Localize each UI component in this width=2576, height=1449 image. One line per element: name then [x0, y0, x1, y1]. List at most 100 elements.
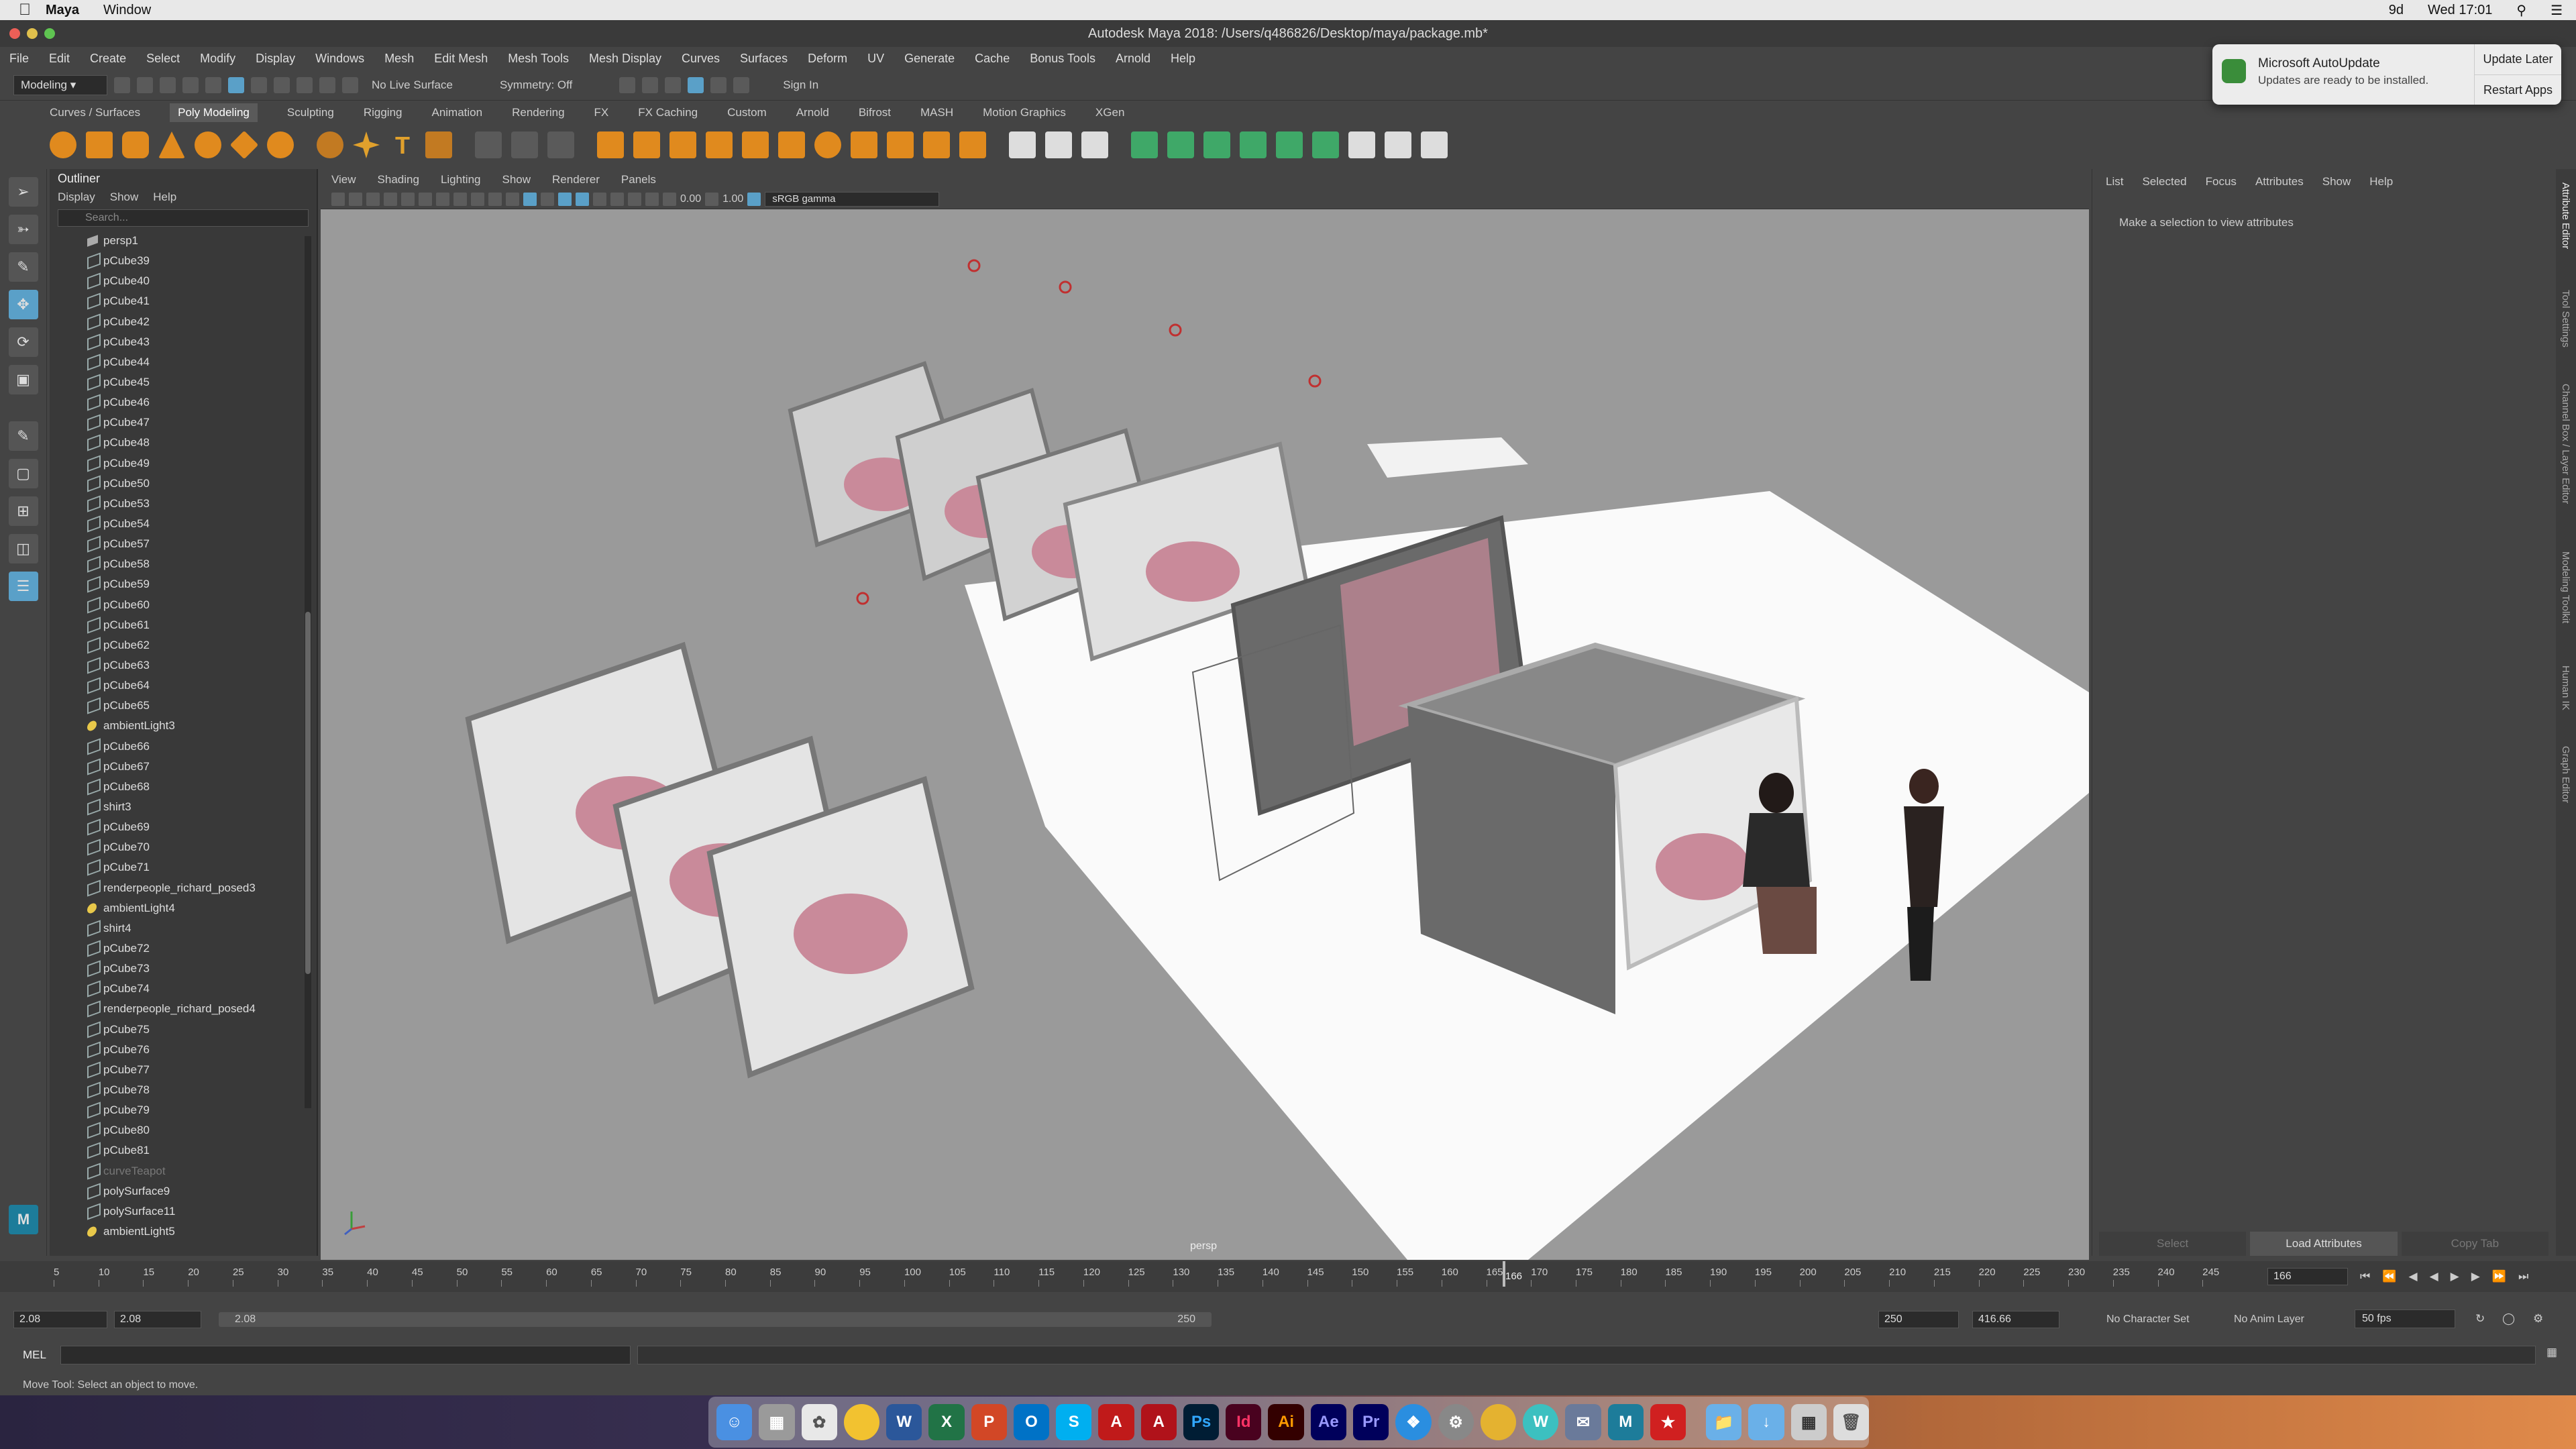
- menu-select[interactable]: Select: [146, 52, 180, 66]
- outliner-item[interactable]: pCube39: [50, 251, 317, 271]
- dock-w-app-icon[interactable]: W: [1523, 1404, 1559, 1440]
- menu-mesh-display[interactable]: Mesh Display: [589, 52, 661, 66]
- outliner-menu-display[interactable]: Display: [58, 191, 95, 204]
- attr-select-button[interactable]: Select: [2099, 1232, 2247, 1256]
- menu-edit[interactable]: Edit: [49, 52, 70, 66]
- color-management-icon[interactable]: [747, 192, 761, 206]
- attr-menu-attributes[interactable]: Attributes: [2255, 175, 2304, 189]
- update-later-button[interactable]: Update Later: [2474, 44, 2561, 74]
- outliner-item[interactable]: pCube40: [50, 271, 317, 291]
- step-forward-key-icon[interactable]: ⏩: [2492, 1270, 2506, 1283]
- mode-dropdown[interactable]: Modeling ▾: [13, 74, 107, 95]
- window-menu[interactable]: Window: [103, 3, 151, 18]
- connect-icon[interactable]: [851, 131, 877, 158]
- new-scene-icon[interactable]: [114, 76, 130, 93]
- attr-menu-selected[interactable]: Selected: [2142, 175, 2186, 189]
- poly-plane-icon[interactable]: [229, 130, 259, 160]
- menu-bonus-tools[interactable]: Bonus Tools: [1030, 52, 1095, 66]
- render-settings-icon[interactable]: [665, 76, 682, 93]
- menu-curves[interactable]: Curves: [682, 52, 720, 66]
- svg-tool-icon[interactable]: [425, 131, 452, 158]
- spotlight-icon[interactable]: ⚲: [2516, 2, 2526, 19]
- current-frame-field[interactable]: 166: [2267, 1268, 2348, 1285]
- dock-word-icon[interactable]: W: [886, 1404, 922, 1440]
- field-chart-icon[interactable]: [471, 192, 484, 206]
- outliner-item[interactable]: pCube71: [50, 857, 317, 877]
- live-surface-label[interactable]: No Live Surface: [372, 78, 453, 92]
- menu-edit-mesh[interactable]: Edit Mesh: [434, 52, 488, 66]
- unfold-uv-icon[interactable]: [1276, 131, 1303, 158]
- outliner-item[interactable]: pCube46: [50, 392, 317, 413]
- colorspace-dropdown[interactable]: sRGB gamma: [765, 191, 940, 207]
- auto-key-icon[interactable]: ◯: [2502, 1312, 2515, 1326]
- dock-downloads-icon[interactable]: ↓: [1748, 1404, 1784, 1440]
- viewport-panel[interactable]: View Shading Lighting Show Renderer Pane…: [321, 170, 2089, 1260]
- outliner-item[interactable]: pCube64: [50, 676, 317, 696]
- dock-preview-icon[interactable]: ▦: [1790, 1404, 1827, 1440]
- copy-tab-button[interactable]: Copy Tab: [2401, 1232, 2548, 1256]
- range-end-field[interactable]: 416.66: [1972, 1311, 2059, 1328]
- motion-blur-icon[interactable]: [610, 192, 624, 206]
- isolate-select-icon[interactable]: [645, 192, 659, 206]
- outliner-item[interactable]: pCube78: [50, 1080, 317, 1100]
- outliner-item[interactable]: ambientLight5: [50, 1222, 317, 1242]
- bevel-icon[interactable]: [669, 131, 696, 158]
- step-forward-frame-icon[interactable]: ▶: [2471, 1270, 2480, 1283]
- dock-photoshop-icon[interactable]: Ps: [1183, 1404, 1220, 1440]
- uv-editor-icon[interactable]: [1045, 131, 1072, 158]
- dock-folder-icon[interactable]: 📁: [1706, 1404, 1742, 1440]
- snap-plane-icon[interactable]: [342, 76, 358, 93]
- hypershade-icon[interactable]: [688, 76, 704, 93]
- render-icon[interactable]: [619, 76, 636, 93]
- outliner-item[interactable]: pCube45: [50, 372, 317, 392]
- poly-cone-icon[interactable]: [158, 131, 185, 158]
- dock-reader-icon[interactable]: A: [1140, 1404, 1177, 1440]
- outliner-item[interactable]: renderpeople_richard_posed4: [50, 999, 317, 1019]
- menu-arnold[interactable]: Arnold: [1116, 52, 1150, 66]
- safe-action-icon[interactable]: [488, 192, 502, 206]
- play-back-icon[interactable]: ◀: [2430, 1270, 2438, 1283]
- wireframe-icon[interactable]: [506, 192, 519, 206]
- select-tool-icon[interactable]: ➢: [8, 177, 38, 207]
- outliner-item[interactable]: pCube59: [50, 574, 317, 594]
- resolution-gate-icon[interactable]: [436, 192, 449, 206]
- dock-skype-icon[interactable]: S: [1056, 1404, 1092, 1440]
- sculpt-icon[interactable]: [1081, 131, 1108, 158]
- dock-aftereffects-icon[interactable]: Ae: [1310, 1404, 1346, 1440]
- dock-excel-icon[interactable]: X: [928, 1404, 965, 1440]
- outliner-item[interactable]: pCube50: [50, 474, 317, 494]
- fill-hole-icon[interactable]: [706, 131, 733, 158]
- menu-mesh-tools[interactable]: Mesh Tools: [508, 52, 569, 66]
- select-by-hierarchy-icon[interactable]: [228, 76, 244, 93]
- dock-system-prefs-icon[interactable]: ⚙: [1438, 1404, 1474, 1440]
- menu-help[interactable]: Help: [1171, 52, 1195, 66]
- outliner-item[interactable]: shirt4: [50, 918, 317, 938]
- poly-sphere-icon[interactable]: [50, 131, 76, 158]
- snap-point-icon[interactable]: [319, 76, 335, 93]
- menu-uv[interactable]: UV: [867, 52, 884, 66]
- command-input[interactable]: [60, 1346, 631, 1364]
- menu-create[interactable]: Create: [90, 52, 126, 66]
- menu-list-icon[interactable]: ☰: [2551, 2, 2563, 19]
- vp-menu-view[interactable]: View: [331, 173, 356, 186]
- poly-cube-icon[interactable]: [86, 131, 113, 158]
- two-view-icon[interactable]: ◫: [8, 534, 38, 564]
- outliner-search-input[interactable]: Search...: [58, 209, 309, 227]
- shelf-tab-animation[interactable]: Animation: [431, 106, 482, 119]
- shelf-tab-curves[interactable]: Curves / Surfaces: [50, 106, 140, 119]
- outliner-item[interactable]: pCube48: [50, 433, 317, 453]
- shadows-icon[interactable]: [576, 192, 589, 206]
- shelf-tab-rendering[interactable]: Rendering: [512, 106, 564, 119]
- menu-cache[interactable]: Cache: [975, 52, 1010, 66]
- combine-icon[interactable]: [475, 131, 502, 158]
- outliner-scroll-thumb[interactable]: [305, 612, 311, 974]
- layout-uv-icon[interactable]: [1312, 131, 1339, 158]
- side-tab-channel-box[interactable]: Channel Box / Layer Editor: [2560, 384, 2571, 504]
- go-to-end-icon[interactable]: ⏭: [2518, 1270, 2528, 1283]
- dock-premiere-icon[interactable]: Pr: [1352, 1404, 1389, 1440]
- vp-menu-lighting[interactable]: Lighting: [441, 173, 481, 186]
- app-menu[interactable]: Maya: [46, 3, 79, 18]
- dock-flashcard-icon[interactable]: ★: [1650, 1404, 1686, 1440]
- film-gate-icon[interactable]: [419, 192, 432, 206]
- dock-launchpad-icon[interactable]: ▦: [759, 1404, 795, 1440]
